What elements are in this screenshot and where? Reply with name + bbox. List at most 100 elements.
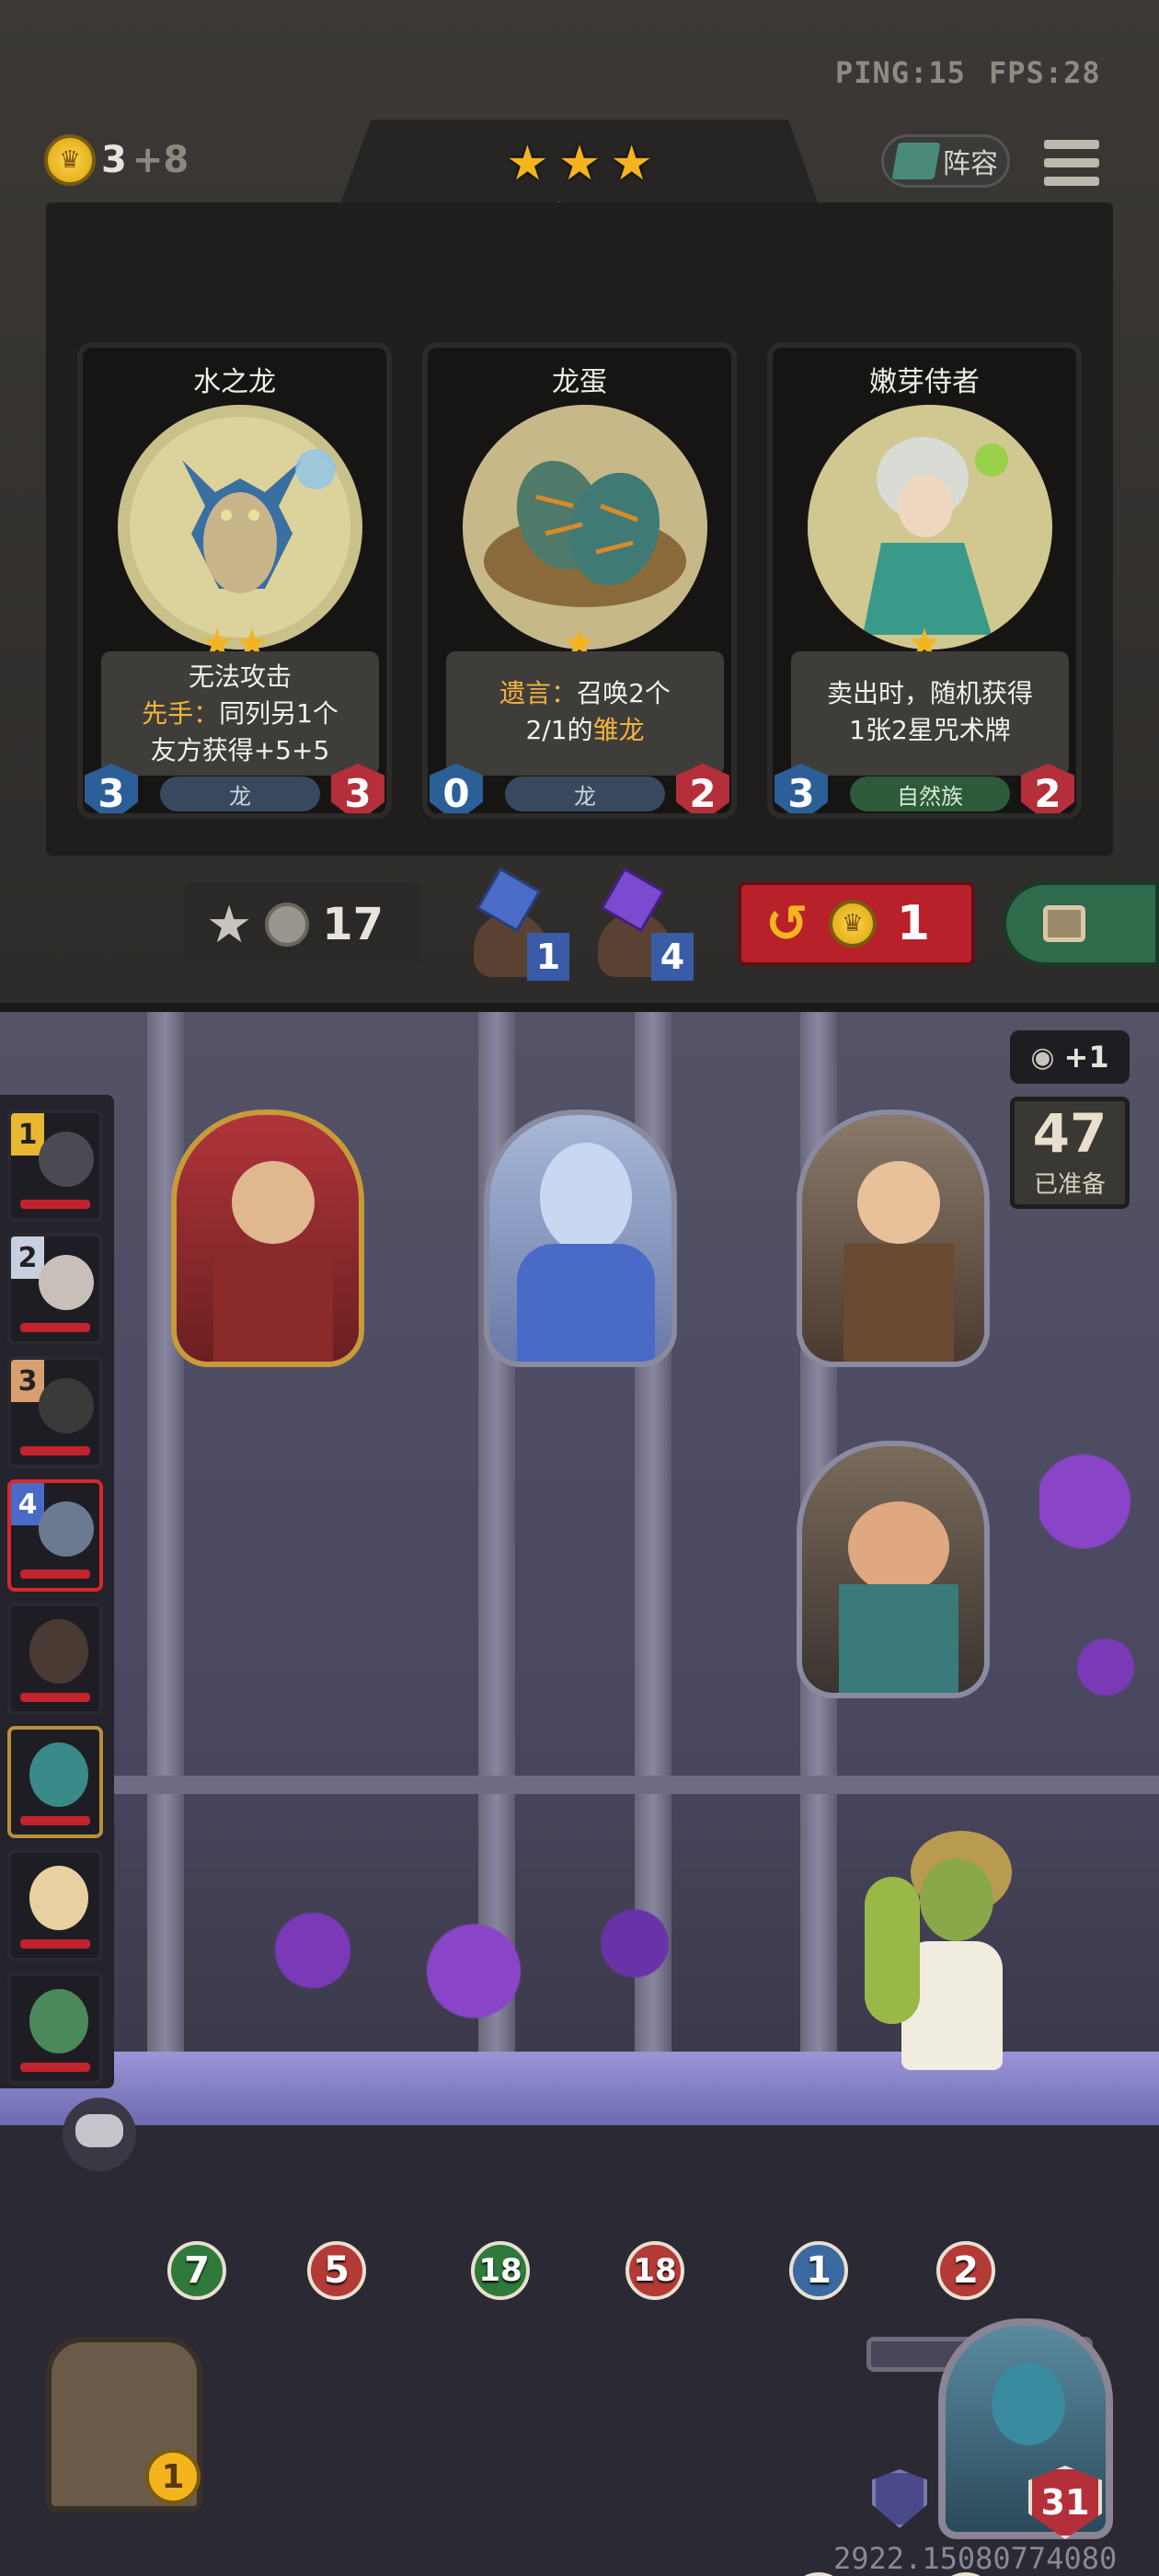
shop-card[interactable]: 水之龙 ★★ 无法攻击 先手：同列另1个 友方获得+5+5 3 龙 3 <box>77 342 392 819</box>
minion-health: 2 <box>936 2241 995 2300</box>
card-description: 遗言：召唤2个 2/1的雏龙 <box>446 651 724 776</box>
minion-knight[interactable] <box>171 1110 364 1367</box>
card-description: 无法攻击 先手：同列另1个 友方获得+5+5 <box>101 651 379 776</box>
shop-card[interactable]: 嫩芽侍者 ★ 卖出时，随机获得 1张2星咒术牌 3 自然族 2 <box>767 342 1082 819</box>
chest-count: 1 <box>145 2449 201 2504</box>
treasure-chest-button[interactable]: 1 <box>18 2318 230 2539</box>
player-slot[interactable]: 3 <box>7 1356 103 1468</box>
minion-health: 5 <box>307 2241 366 2300</box>
eye-icon: ◉ <box>1030 1041 1055 1074</box>
blue-gem-count: 1 <box>527 933 569 981</box>
card-name: 嫩芽侍者 <box>869 366 980 398</box>
desc-line: 无法攻击 <box>188 661 292 692</box>
tier-star-icon: ★ <box>506 136 549 191</box>
player-rank: 4 <box>11 1483 44 1525</box>
player-rank: 2 <box>11 1236 44 1279</box>
lock-shop-button[interactable] <box>1003 881 1159 966</box>
upgrade-cost: 17 <box>322 899 384 950</box>
team-button-label: 阵容 <box>943 148 998 180</box>
health-stat: 2 <box>1021 764 1074 813</box>
player-slot-self[interactable]: 4 <box>7 1479 103 1592</box>
tribe-badge: 龙 <box>160 776 320 811</box>
keyword: 雏龙 <box>592 715 645 745</box>
coin-icon: ♛ <box>44 134 96 186</box>
lock-icon <box>1043 905 1085 942</box>
keyword: 先手： <box>142 698 220 729</box>
shop-card[interactable]: 龙蛋 ★ 遗言：召唤2个 2/1的雏龙 0 龙 2 <box>422 342 737 819</box>
player-slot[interactable] <box>7 1849 103 1961</box>
coin-icon: ♛ <box>828 900 877 948</box>
menu-icon[interactable] <box>1044 136 1099 191</box>
health-stat: 2 <box>676 764 729 813</box>
tribe-badge: 龙 <box>505 776 665 811</box>
player-slot[interactable]: 1 <box>7 1110 103 1222</box>
desc-text: 同列另1个 <box>219 698 339 729</box>
refresh-cost: 1 <box>896 896 931 951</box>
desc-text: 召唤2个 <box>577 678 671 708</box>
player-slot[interactable]: 2 <box>7 1233 103 1345</box>
attack-stat: 0 <box>430 764 483 813</box>
vision-bonus: ◉ +1 <box>1010 1030 1130 1084</box>
refresh-icon: ↺ <box>765 893 809 954</box>
chat-button[interactable] <box>63 2098 136 2171</box>
purple-gem-bag[interactable]: 4 <box>589 867 699 983</box>
refresh-shop-button[interactable]: ↺ ♛ 1 <box>738 881 975 966</box>
session-id-text: 2922.15080774080 <box>833 2541 1118 2576</box>
purple-gem-count: 4 <box>651 933 694 981</box>
ping-readout: PING:15 <box>835 55 966 90</box>
card-art-water-dragon <box>118 405 362 650</box>
desc-line: 遗言：召唤2个 <box>446 675 724 712</box>
coin-income: +8 <box>132 139 189 181</box>
fps-readout: FPS:28 <box>989 55 1101 90</box>
tavern-tier-stars: ★ ★ ★ <box>497 136 662 191</box>
wall-ledge <box>101 1776 1159 1794</box>
minion-guard[interactable] <box>797 1441 990 1698</box>
minion-health: 18 <box>625 2241 684 2300</box>
desc-text: 2/1的 <box>525 715 593 745</box>
keyword: 遗言： <box>499 678 578 708</box>
game-screen: PING:15 FPS:28 ♛ 3 +8 阵容 ★ ★ ★ 0/17 水之龙 <box>0 0 1159 2576</box>
book-icon <box>891 143 941 179</box>
card-art-dragon-egg <box>463 405 707 650</box>
upgrade-star-icon: ★ <box>206 894 253 955</box>
tribe-badge: 自然族 <box>850 776 1010 811</box>
attack-stat: 3 <box>775 764 828 813</box>
desc-line: 1张2星咒术牌 <box>849 715 1011 745</box>
player-slot[interactable] <box>7 1972 103 2085</box>
minion-ice-princess[interactable] <box>484 1110 677 1367</box>
minion-blacksmith[interactable] <box>797 1110 990 1367</box>
player-rank: 1 <box>11 1113 44 1156</box>
team-button[interactable]: 阵容 <box>881 134 1010 188</box>
desc-line: 2/1的雏龙 <box>446 712 724 749</box>
card-art-sprout-attendant <box>808 405 1052 650</box>
minion-attack: 7 <box>167 2241 226 2300</box>
ready-count: 47 <box>1032 1102 1107 1165</box>
tier-star-icon: ★ <box>557 136 602 191</box>
player-slot[interactable] <box>7 1726 103 1838</box>
chat-bubble-icon <box>75 2114 123 2147</box>
minion-attack: 1 <box>789 2241 848 2300</box>
tier-star-icon: ★ <box>610 136 653 191</box>
desc-line: 友方获得+5+5 <box>150 735 330 765</box>
shop-panel: PING:15 FPS:28 ♛ 3 +8 阵容 ★ ★ ★ 0/17 水之龙 <box>0 0 1159 1012</box>
coin-display: ♛ 3 +8 <box>44 134 189 186</box>
hero-avatar-figure <box>846 1822 1049 2116</box>
battlefield: 7 5 18 18 1 2 2 1 ◉ +1 47 已准备 1 2 3 4 <box>0 1012 1159 2576</box>
player-rank: 3 <box>11 1360 44 1402</box>
rose-cluster <box>1039 1435 1150 1766</box>
attack-stat: 3 <box>85 764 138 813</box>
coin-count: 3 <box>101 139 127 181</box>
card-name: 水之龙 <box>193 366 276 398</box>
blue-gem-bag[interactable]: 1 <box>465 867 575 983</box>
vision-bonus-value: +1 <box>1063 1040 1109 1075</box>
card-description: 卖出时，随机获得 1张2星咒术牌 <box>791 651 1069 776</box>
card-name: 龙蛋 <box>552 366 607 398</box>
upgrade-tavern-button[interactable]: ★ 17 <box>184 883 421 966</box>
health-stat: 3 <box>331 764 384 813</box>
ready-counter: 47 已准备 <box>1010 1097 1130 1209</box>
desc-line: 先手：同列另1个 <box>101 696 379 732</box>
ready-label: 已准备 <box>1033 1171 1106 1199</box>
desc-line: 卖出时，随机获得 <box>826 678 1033 708</box>
player-slot[interactable] <box>7 1603 103 1715</box>
silver-coin-icon <box>265 903 310 947</box>
